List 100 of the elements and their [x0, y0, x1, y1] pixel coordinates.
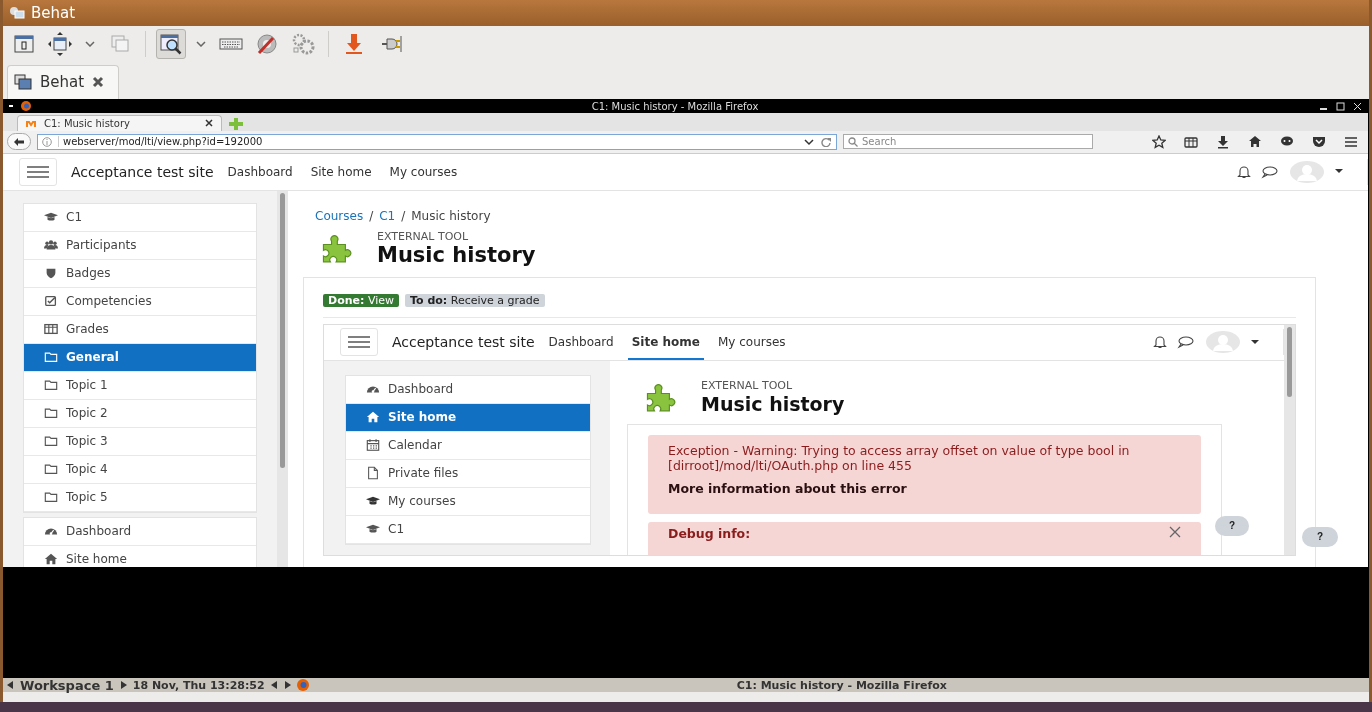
- nav-item[interactable]: Participants: [24, 231, 256, 260]
- nav-link[interactable]: My courses: [385, 153, 462, 190]
- folder-icon: [44, 406, 58, 421]
- toolbar-button[interactable]: [156, 29, 186, 60]
- site-name[interactable]: Acceptance test site: [392, 334, 535, 351]
- window-title: Behat: [31, 3, 76, 22]
- item-label: Site home: [66, 552, 127, 567]
- scrollbar[interactable]: [1284, 324, 1295, 555]
- menu-button[interactable]: [340, 328, 378, 357]
- m-logo-icon: [26, 118, 38, 128]
- star-icon[interactable]: [1152, 134, 1166, 149]
- breadcrumb-separator: /: [369, 208, 374, 223]
- item-label: Badges: [66, 266, 111, 281]
- window-title: C1: Music history - Mozilla Firefox: [590, 100, 760, 112]
- nav-item[interactable]: General: [24, 343, 256, 372]
- chevron-down-icon[interactable]: [804, 137, 814, 146]
- nav-item[interactable]: Site home: [346, 403, 590, 432]
- nav-item[interactable]: Grades: [24, 315, 256, 344]
- scrollbar[interactable]: [277, 190, 288, 567]
- nav-item[interactable]: Topic 3: [24, 427, 256, 456]
- folder-icon: [44, 490, 58, 505]
- item-label: Topic 1: [66, 378, 108, 393]
- breadcrumb-link[interactable]: Courses: [315, 208, 364, 223]
- info-icon: [42, 136, 52, 147]
- breadcrumb-current: Music history: [411, 208, 491, 223]
- close-icon: [1169, 525, 1181, 538]
- nav-item[interactable]: Private files: [346, 459, 590, 488]
- nav-item[interactable]: C1: [24, 203, 256, 232]
- nav-item[interactable]: Site home: [24, 545, 256, 567]
- nav-link[interactable]: Site home: [306, 153, 376, 190]
- caret-icon[interactable]: [1251, 339, 1259, 345]
- nav-item[interactable]: Topic 2: [24, 399, 256, 428]
- magnifier-window-icon: [159, 32, 183, 57]
- item-label: Competencies: [66, 294, 152, 309]
- calendar-icon: [366, 438, 380, 453]
- nav-item[interactable]: My courses: [346, 487, 590, 516]
- pocket-icon[interactable]: [1312, 134, 1326, 149]
- right-arrow-icon[interactable]: [283, 681, 291, 690]
- close-icon[interactable]: [92, 76, 105, 89]
- item-label: Calendar: [388, 438, 442, 453]
- folder-icon: [44, 350, 58, 365]
- nav-link[interactable]: Site home: [627, 324, 704, 360]
- left-arrow-icon[interactable]: [270, 681, 278, 690]
- bell-icon[interactable]: [1153, 335, 1167, 350]
- item-label: Site home: [388, 410, 457, 425]
- item-label: Participants: [66, 238, 137, 253]
- error-message: Exception - Warning: Trying to access array offset on value of type bool in [dirroot]/mod/lti/OAuth.php on line 455: [668, 442, 1131, 473]
- nav-item[interactable]: Topic 5: [24, 483, 256, 512]
- nav-link[interactable]: Dashboard: [544, 324, 618, 360]
- nav-item[interactable]: Dashboard: [346, 375, 590, 404]
- table-icon: [44, 322, 58, 337]
- reload-icon[interactable]: [820, 136, 832, 147]
- right-arrow-icon[interactable]: [119, 681, 127, 690]
- resize-window-icon: [48, 32, 72, 57]
- nav-item[interactable]: Badges: [24, 259, 256, 288]
- back-button[interactable]: [7, 133, 31, 151]
- breadcrumb-link[interactable]: C1: [379, 208, 396, 223]
- chevron-down-icon: [85, 41, 95, 48]
- search-field[interactable]: Search: [843, 134, 1093, 150]
- tab[interactable]: Behat: [7, 64, 120, 99]
- windows-icon: [14, 74, 32, 91]
- more-info-link[interactable]: More information about this error: [668, 480, 1181, 496]
- download-icon[interactable]: [1216, 134, 1230, 149]
- taskbar-window-title[interactable]: C1: Music history - Mozilla Firefox: [314, 678, 1369, 692]
- item-label: Grades: [66, 322, 109, 337]
- menu-icon[interactable]: [1344, 134, 1358, 149]
- help-button[interactable]: ?: [1302, 526, 1338, 547]
- nav-item[interactable]: Topic 4: [24, 455, 256, 484]
- chat-bubble-icon[interactable]: [1177, 335, 1195, 350]
- nav-item[interactable]: C1: [346, 515, 590, 544]
- caret-icon[interactable]: [1335, 169, 1343, 175]
- nav-link[interactable]: Dashboard: [223, 153, 297, 190]
- close-button[interactable]: [1169, 525, 1181, 540]
- nav-link[interactable]: My courses: [713, 324, 790, 360]
- firefox-logo-icon[interactable]: [296, 679, 309, 692]
- nav-item[interactable]: Topic 1: [24, 371, 256, 400]
- item-label: C1: [388, 522, 404, 537]
- activity-type: EXTERNAL TOOL: [377, 229, 470, 243]
- site-name[interactable]: Acceptance test site: [71, 163, 214, 180]
- item-label: Topic 5: [66, 490, 108, 505]
- home-icon[interactable]: [1248, 134, 1262, 149]
- app-icon: [9, 5, 25, 20]
- nav-item[interactable]: Dashboard: [24, 517, 256, 546]
- house-icon: [44, 552, 58, 567]
- house-icon: [366, 410, 380, 425]
- nav-item[interactable]: Calendar: [346, 431, 590, 460]
- left-arrow-icon[interactable]: [7, 681, 14, 690]
- menu-button[interactable]: [19, 157, 57, 186]
- help-button[interactable]: ?: [1215, 515, 1249, 536]
- bell-icon[interactable]: [1237, 164, 1251, 179]
- left-arrow-icon: [13, 136, 25, 147]
- nav-item[interactable]: Competencies: [24, 287, 256, 316]
- close-icon[interactable]: [205, 119, 213, 128]
- chat-bubble-icon[interactable]: [1261, 164, 1279, 179]
- address-field[interactable]: webserver/mod/lti/view.php?id=192000: [37, 133, 837, 150]
- library-icon[interactable]: [1184, 134, 1198, 149]
- search-icon: [848, 136, 858, 147]
- maximize-icon[interactable]: [1336, 101, 1345, 111]
- browser-tab[interactable]: C1: Music history: [17, 114, 222, 131]
- item-label: Private files: [388, 466, 459, 481]
